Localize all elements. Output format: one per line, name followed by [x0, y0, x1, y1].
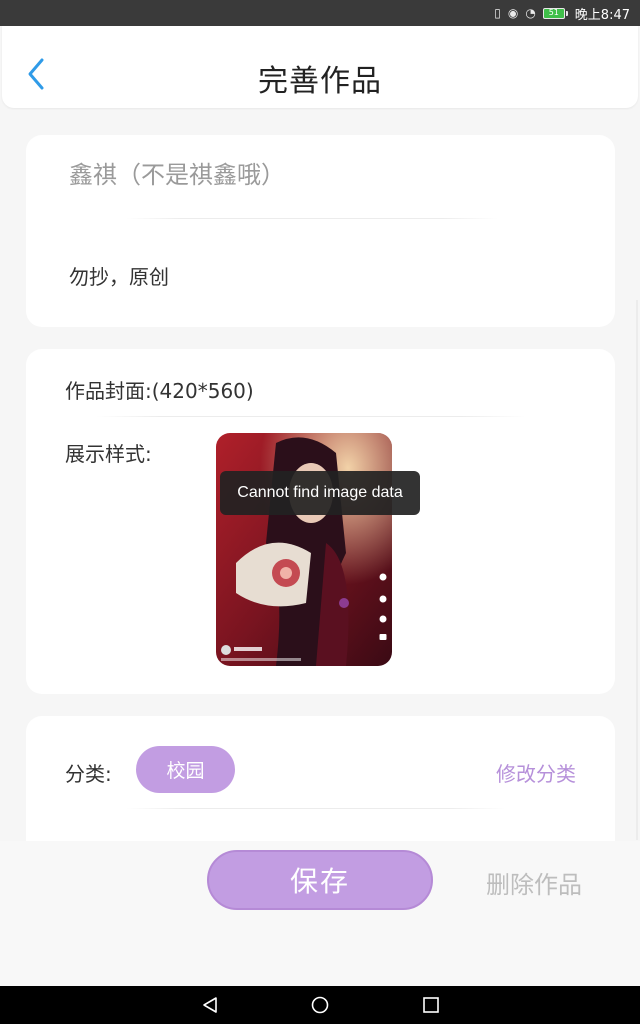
save-button[interactable]: 保存: [207, 850, 433, 910]
nav-home-icon[interactable]: [310, 995, 330, 1015]
page-title: 完善作品: [258, 64, 382, 99]
header: 完善作品: [2, 26, 638, 108]
status-time: 晚上8:47: [574, 7, 630, 23]
nav-recent-apps-icon[interactable]: [421, 995, 441, 1015]
display-style-label: 展示样式:: [65, 442, 152, 466]
cover-image[interactable]: [216, 433, 392, 666]
status-bar: ▯ ◉ ◔ 51 晚上8:47: [0, 0, 640, 26]
work-description-input[interactable]: 勿抄，原创: [69, 261, 169, 290]
scroll-edge: [636, 300, 638, 840]
cover-card: 作品封面:(420*560) 展示样式:: [26, 349, 615, 694]
classification-card: 分类: 校园 修改分类: [26, 716, 615, 846]
divider: [96, 416, 526, 417]
eye-icon: ◉: [507, 6, 519, 20]
battery-icon: 51: [542, 7, 568, 19]
divider: [126, 808, 506, 809]
edit-category-link[interactable]: 修改分类: [496, 758, 576, 787]
category-chip[interactable]: 校园: [136, 746, 235, 793]
toast-message: Cannot find image data: [220, 471, 420, 515]
cover-label: 作品封面:(420*560): [65, 379, 254, 403]
category-label: 分类:: [65, 762, 112, 786]
work-info-card: 鑫祺（不是祺鑫哦） 勿抄，原创: [26, 135, 615, 327]
nav-back-icon[interactable]: [200, 995, 220, 1015]
wifi-icon: ◔: [525, 6, 536, 20]
bottom-action-bar: 保存 删除作品: [0, 841, 640, 986]
delete-work-button[interactable]: 删除作品: [486, 865, 582, 900]
battery-level: 51: [542, 7, 565, 19]
divider: [126, 218, 498, 219]
work-title-input[interactable]: 鑫祺（不是祺鑫哦）: [69, 155, 285, 190]
system-nav-bar: [0, 986, 640, 1024]
vibrate-icon: ▯: [494, 6, 501, 20]
